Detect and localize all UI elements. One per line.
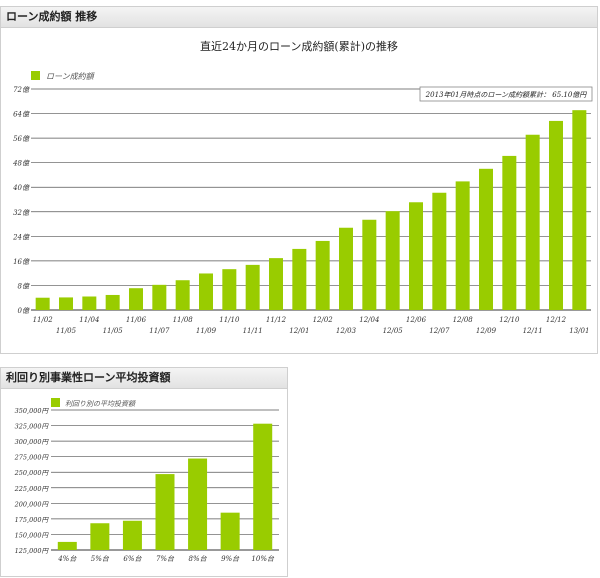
x-tick-label: 12/02 bbox=[313, 316, 334, 324]
bar-8pct台 bbox=[188, 458, 208, 550]
bar-7pct台 bbox=[155, 474, 175, 550]
x-tick-label: 12/10 bbox=[499, 316, 520, 324]
bar-5pct台 bbox=[90, 523, 110, 550]
bar-12-02 bbox=[315, 240, 330, 310]
bar-12-12 bbox=[549, 120, 563, 310]
y-tick-label: 8億 bbox=[18, 282, 30, 290]
x-tick-label: 11/08 bbox=[173, 316, 194, 324]
x-tick-label: 12/05 bbox=[383, 327, 404, 335]
y-tick-label: 72億 bbox=[13, 86, 30, 94]
y-tick-label: 200,000円 bbox=[14, 500, 50, 508]
bar-11-04 bbox=[82, 296, 97, 310]
x-tick-label: 12/11 bbox=[523, 327, 543, 335]
y-tick-label: 325,000円 bbox=[15, 423, 50, 431]
annotation-text: 2013年01月時点のローン成約額累計： 65.10億円 bbox=[425, 91, 588, 99]
loan-total-panel-title: ローン成約額 推移 bbox=[1, 7, 597, 28]
x-tick-label: 11/05 bbox=[56, 327, 77, 335]
x-tick-label: 12/03 bbox=[336, 327, 357, 335]
bar-13-01 bbox=[572, 110, 587, 310]
legend-label: 利回り別の平均投資額 bbox=[65, 400, 137, 408]
x-tick-label: 11/04 bbox=[79, 316, 99, 324]
annotation-callout: 2013年01月時点のローン成約額累計： 65.10億円 bbox=[419, 86, 593, 102]
y-tick-label: 24億 bbox=[12, 233, 30, 241]
y-tick-label: 300,000円 bbox=[15, 438, 50, 446]
x-tick-label: 12/08 bbox=[453, 316, 474, 324]
y-tick-label: 175,000円 bbox=[15, 516, 50, 524]
y-tick-label: 56億 bbox=[13, 135, 30, 143]
legend-swatch bbox=[31, 71, 40, 80]
y-tick-label: 48億 bbox=[12, 160, 30, 168]
legend-swatch bbox=[51, 398, 60, 407]
x-tick-label: 5%台 bbox=[91, 555, 110, 563]
bar-12-10 bbox=[502, 155, 517, 310]
y-tick-label: 16億 bbox=[13, 258, 30, 266]
y-tick-label: 125,000円 bbox=[15, 547, 50, 555]
y-tick-label: 250,000円 bbox=[14, 469, 50, 477]
y-tick-label: 350,000円 bbox=[15, 407, 50, 415]
avg-investment-panel-title: 利回り別事業性ローン平均投資額 bbox=[1, 368, 287, 389]
x-tick-label: 11/09 bbox=[196, 327, 217, 335]
x-tick-label: 12/09 bbox=[476, 327, 497, 335]
y-tick-label: 150,000円 bbox=[15, 531, 50, 539]
avg-investment-panel: 利回り別事業性ローン平均投資額 利回り別の平均投資額 125,000円 150,00… bbox=[0, 367, 288, 577]
y-tick-label: 64億 bbox=[13, 111, 30, 119]
y-tick-label: 225,000円 bbox=[14, 485, 50, 493]
bar-11-11 bbox=[245, 264, 260, 310]
bar-12-01 bbox=[292, 248, 307, 310]
bar-11-03 bbox=[59, 297, 73, 310]
bar-11-02 bbox=[35, 297, 50, 310]
bar-11-05 bbox=[105, 294, 120, 310]
bar-11-10 bbox=[222, 269, 237, 310]
avg-investment-chart: 利回り別の平均投資額 125,000円 150,000円 175,000円 200,00… bbox=[14, 398, 279, 563]
y-tick-label: 32億 bbox=[13, 209, 30, 217]
x-tick-label: 9%台 bbox=[221, 555, 240, 563]
x-tick-label: 11/07 bbox=[149, 327, 170, 335]
bar-9pct台 bbox=[220, 512, 240, 550]
bar-12-03 bbox=[339, 227, 353, 310]
loan-total-panel: ローン成約額 推移 直近24か月のローン成約額(累計)の推移ローン成約額 0億 8億… bbox=[0, 6, 598, 354]
x-tick-label: 11/05 bbox=[103, 327, 124, 335]
x-tick-label: 11/11 bbox=[243, 327, 263, 335]
bar-12-04 bbox=[362, 219, 377, 310]
bar-6pct台 bbox=[122, 520, 142, 550]
bar-11-06 bbox=[129, 288, 143, 310]
x-tick-label: 8%台 bbox=[189, 555, 208, 563]
y-tick-label: 275,000円 bbox=[14, 454, 50, 462]
x-tick-label: 4%台 bbox=[57, 555, 77, 563]
x-tick-label: 11/12 bbox=[266, 316, 287, 324]
bar-11-08 bbox=[175, 280, 190, 310]
bar-4pct台 bbox=[57, 541, 77, 550]
x-tick-label: 11/02 bbox=[33, 316, 54, 324]
bar-10pct台 bbox=[253, 423, 273, 550]
x-tick-label: 11/10 bbox=[219, 316, 240, 324]
x-tick-label: 10%台 bbox=[251, 555, 275, 563]
bar-11-07 bbox=[152, 284, 167, 310]
bar-11-12 bbox=[269, 258, 283, 310]
x-tick-label: 12/12 bbox=[546, 316, 567, 324]
y-tick-label: 0億 bbox=[18, 307, 30, 315]
bar-11-09 bbox=[199, 273, 213, 310]
bar-12-09 bbox=[479, 168, 493, 310]
legend-label: ローン成約額 bbox=[46, 72, 96, 81]
x-tick-label: 12/01 bbox=[289, 327, 309, 335]
bar-12-08 bbox=[455, 181, 470, 310]
x-tick-label: 12/04 bbox=[359, 316, 379, 324]
bar-12-05 bbox=[385, 211, 400, 310]
x-tick-label: 12/06 bbox=[406, 316, 427, 324]
x-tick-label: 6%台 bbox=[123, 555, 142, 563]
x-tick-label: 7%台 bbox=[156, 555, 175, 563]
bar-12-07 bbox=[432, 192, 447, 310]
x-tick-label: 13/01 bbox=[569, 327, 589, 335]
loan-total-chart: 直近24か月のローン成約額(累計)の推移ローン成約額 0億 8億 16億 24億 32億 4… bbox=[12, 39, 593, 335]
chart-title: 直近24か月のローン成約額(累計)の推移 bbox=[200, 39, 398, 53]
bar-12-06 bbox=[409, 202, 423, 310]
bar-12-11 bbox=[525, 134, 540, 310]
x-tick-label: 11/06 bbox=[126, 316, 147, 324]
x-tick-label: 12/07 bbox=[429, 327, 450, 335]
y-tick-label: 40億 bbox=[12, 184, 30, 192]
